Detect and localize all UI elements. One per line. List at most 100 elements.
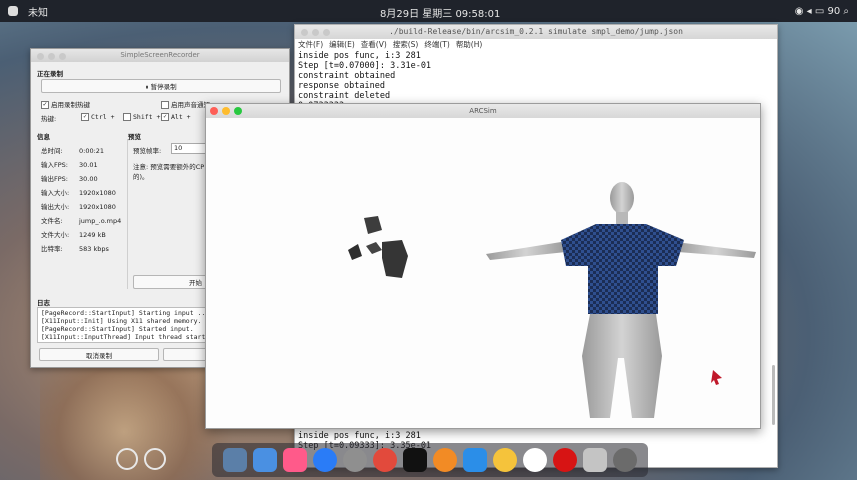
info-row: 输入FPS: 30.01 [41, 159, 98, 169]
terminal-menu-item[interactable]: 查看(V) [361, 39, 387, 51]
info-value: 1249 kB [79, 231, 106, 239]
info-key: 输出FPS: [41, 175, 68, 183]
netease-icon[interactable] [373, 448, 397, 472]
preview-icon[interactable] [223, 448, 247, 472]
settings-icon[interactable] [343, 448, 367, 472]
terminal-icon[interactable] [403, 448, 427, 472]
display-icon[interactable] [583, 448, 607, 472]
info-row: 文件名: jump_.o.mp4 [41, 215, 121, 225]
info-row: 总时间: 0:00:21 [41, 145, 104, 155]
window-controls[interactable] [37, 53, 66, 60]
info-row: 输出大小: 1920x1080 [41, 201, 116, 211]
info-value: 1920x1080 [79, 203, 116, 211]
preview-rate-label: 预览帧率: [133, 147, 162, 155]
enable-hotkey-label: 启用录制热键 [51, 101, 90, 109]
maximize-icon[interactable] [234, 107, 242, 115]
pause-recording-button[interactable]: ⏸ 暂停录制 [41, 79, 281, 93]
terminal-titlebar[interactable]: ./build-Release/bin/arcsim_0.2.1 simulat… [295, 25, 777, 39]
minimize-icon[interactable] [222, 107, 230, 115]
window-controls[interactable] [210, 107, 242, 115]
checkbox-checked-icon[interactable]: ✓ [41, 101, 49, 109]
top-menu-bar: 未知 8月29日 星期三 09:58:01 ◉ ◂ ▭ 90 ⌕ [0, 0, 857, 22]
maximize-icon[interactable] [323, 29, 330, 36]
cancel-recording-button[interactable]: 取消录制 [39, 348, 159, 361]
checkbox-checked-icon[interactable]: ✓ [81, 113, 89, 121]
info-value: 583 kbps [79, 245, 109, 253]
music-icon[interactable] [283, 448, 307, 472]
terminal-line: inside pos func, i:3 281 [298, 51, 421, 61]
wallpaper-circles [116, 448, 172, 474]
arcsim-titlebar[interactable]: ARCSim [206, 104, 760, 118]
dock[interactable] [212, 443, 648, 477]
arcsim-window[interactable]: ARCSim [205, 103, 761, 429]
info-value: 30.00 [79, 175, 98, 183]
info-key: 文件名: [41, 217, 63, 225]
system-tray[interactable]: ◉ ◂ ▭ 90 ⌕ [795, 6, 849, 17]
arcsim-title: ARCSim [469, 107, 497, 115]
tray-status-text[interactable]: ◉ ◂ ▭ 90 ⌕ [795, 6, 849, 17]
info-key: 文件大小: [41, 231, 70, 239]
info-key: 输入大小: [41, 189, 70, 197]
cloth-pieces [348, 216, 408, 278]
maximize-icon[interactable] [59, 53, 66, 60]
info-key: 输入FPS: [41, 161, 68, 169]
info-row: 文件大小: 1249 kB [41, 229, 106, 239]
divider [127, 139, 128, 289]
vscode-icon[interactable] [463, 448, 487, 472]
minimize-icon[interactable] [48, 53, 55, 60]
terminal-line: Step [t=0.07000]: 3.31e-01 [298, 61, 432, 71]
simulation-viewport[interactable] [206, 118, 760, 428]
enable-hotkey-checkbox[interactable]: ✓ 启用录制热键 [41, 99, 90, 109]
firefox-icon[interactable] [433, 448, 457, 472]
terminal-menu-item[interactable]: 帮助(H) [456, 39, 483, 51]
checkbox-unchecked-icon[interactable] [123, 113, 131, 121]
preview-group-label: 预览 [128, 133, 141, 141]
info-key: 输出大小: [41, 203, 70, 211]
info-row: 比特率: 583 kbps [41, 243, 109, 253]
checkbox-unchecked-icon[interactable] [161, 101, 169, 109]
shift-checkbox[interactable]: Shift + [123, 113, 160, 121]
info-group-label: 信息 [37, 133, 50, 141]
recording-group-label: 正在录制 [37, 70, 63, 78]
terminal-menu-item[interactable]: 编辑(E) [329, 39, 355, 51]
ssr-titlebar[interactable]: SimpleScreenRecorder [31, 49, 289, 62]
info-value: 0:00:21 [79, 147, 105, 155]
log-group-label: 日志 [37, 299, 50, 307]
finder-icon[interactable] [253, 448, 277, 472]
mouse-cursor-icon [711, 370, 722, 385]
close-icon[interactable] [301, 29, 308, 36]
ctrl-checkbox[interactable]: ✓ Ctrl + [81, 113, 114, 121]
terminal-line: response obtained [298, 81, 385, 91]
record-icon[interactable] [553, 448, 577, 472]
terminal-menu-item[interactable]: 终端(T) [424, 39, 449, 51]
terminal-line: constraint obtained [298, 71, 396, 81]
checkbox-checked-icon[interactable]: ✓ [161, 113, 169, 121]
info-row: 输入大小: 1920x1080 [41, 187, 116, 197]
enable-sound-checkbox[interactable]: 启用声音通知 [161, 99, 210, 109]
alt-label: Alt + [171, 113, 191, 121]
menubar-clock[interactable]: 8月29日 星期三 09:58:01 [380, 5, 500, 20]
terminal-menu-item[interactable]: 搜索(S) [393, 39, 419, 51]
terminal-output: inside pos func, i:3 281 Step [t=0.07000]… [295, 51, 777, 111]
chrome-icon[interactable] [493, 448, 517, 472]
info-key: 总时间: [41, 147, 63, 155]
launchpad-icon[interactable] [613, 448, 637, 472]
terminal-scrollbar[interactable] [772, 365, 775, 425]
terminal-title: ./build-Release/bin/arcsim_0.2.1 simulat… [389, 27, 683, 36]
minimize-icon[interactable] [312, 29, 319, 36]
typora-icon[interactable] [523, 448, 547, 472]
preview-note: 注意: 预览需要额外的CP [133, 163, 205, 171]
close-icon[interactable] [210, 107, 218, 115]
appstore-icon[interactable] [313, 448, 337, 472]
info-value: 1920x1080 [79, 189, 116, 197]
apple-icon[interactable] [8, 6, 18, 16]
simulation-canvas[interactable] [206, 118, 760, 428]
terminal-menu-item[interactable]: 文件(F) [298, 39, 323, 51]
terminal-menu: 文件(F) 编辑(E) 查看(V) 搜索(S) 终端(T) 帮助(H) [295, 39, 777, 51]
info-key: 比特率: [41, 245, 63, 253]
close-icon[interactable] [37, 53, 44, 60]
alt-checkbox[interactable]: ✓ Alt + [161, 113, 191, 121]
window-controls[interactable] [301, 29, 330, 36]
terminal-line: constraint deleted [298, 91, 391, 101]
info-value: jump_.o.mp4 [79, 217, 122, 225]
